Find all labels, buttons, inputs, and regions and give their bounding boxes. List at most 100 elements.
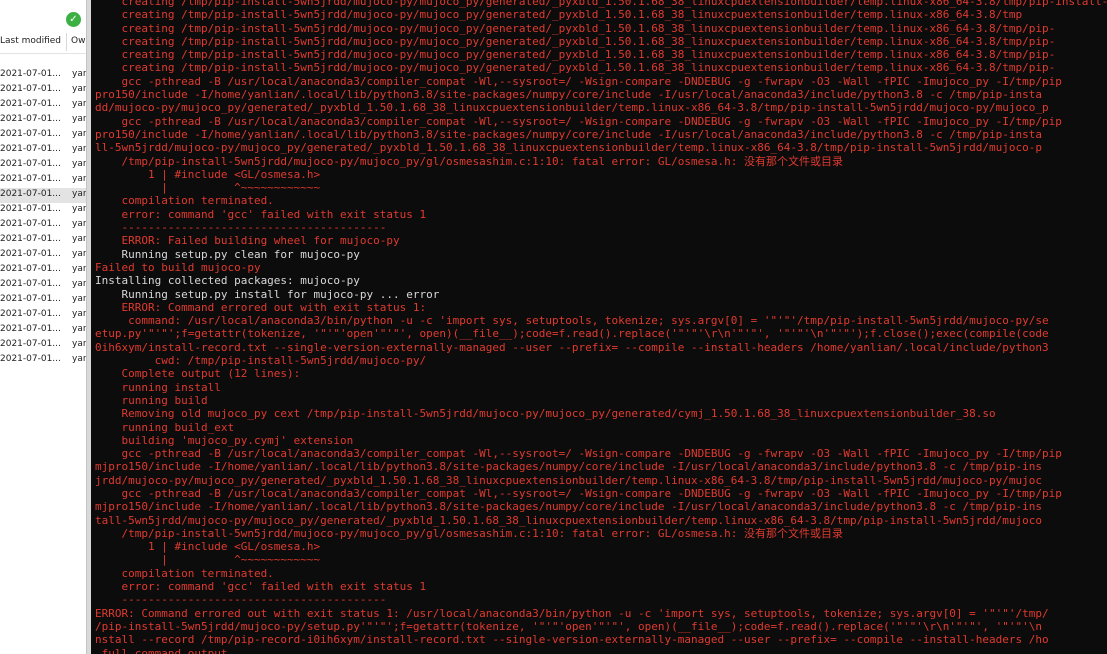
file-owner: yar: [72, 234, 86, 244]
file-row[interactable]: 2021-07-01... yar: [0, 188, 86, 203]
file-row[interactable]: 2021-07-01... yar: [0, 293, 86, 308]
file-modified-date: 2021-07-01...: [0, 324, 61, 334]
terminal-line: cwd: /tmp/pip-install-5wn5jrdd/mujoco-py…: [95, 354, 427, 368]
terminal-output: creating /tmp/pip-install-5wn5jrdd/mujoc…: [95, 0, 1107, 654]
file-owner: yar: [72, 324, 86, 334]
terminal-line: command: /usr/local/anaconda3/bin/python…: [95, 314, 1049, 328]
file-row[interactable]: 2021-07-01... yar: [0, 203, 86, 218]
file-owner: yar: [72, 144, 86, 154]
file-row[interactable]: 2021-07-01... yar: [0, 308, 86, 323]
terminal-line: creating /tmp/pip-install-5wn5jrdd/mujoc…: [95, 34, 1056, 48]
file-toolbar: ✓: [0, 0, 86, 30]
screen: ✓ Last modified Ow 2021-07-01... yar 2021-…: [0, 0, 1107, 654]
terminal-line: | ^~~~~~~~~~~~~: [95, 181, 321, 195]
file-owner: yar: [72, 309, 86, 319]
terminal-line: dd/mujoco-py/mujoco_py/generated/_pyxbld…: [95, 101, 1049, 115]
terminal-line: jrdd/mujoco-py/mujoco_py/generated/_pyxb…: [95, 473, 1043, 487]
file-modified-date: 2021-07-01...: [0, 69, 61, 79]
file-owner: yar: [72, 279, 86, 289]
terminal-line: gcc -pthread -B /usr/local/anaconda3/com…: [95, 486, 1062, 500]
terminal-line: Failed to build mujoco-py: [95, 260, 261, 274]
terminal-line: mjpro150/include -I/home/yanlian/.local/…: [95, 500, 1043, 514]
file-modified-date: 2021-07-01...: [0, 159, 61, 169]
file-browser-panel: ✓ Last modified Ow 2021-07-01... yar 2021-…: [0, 0, 86, 654]
file-modified-date: 2021-07-01...: [0, 249, 61, 259]
file-modified-date: 2021-07-01...: [0, 219, 61, 229]
file-modified-date: 2021-07-01...: [0, 204, 61, 214]
terminal-window[interactable]: creating /tmp/pip-install-5wn5jrdd/mujoc…: [91, 0, 1107, 654]
file-row[interactable]: 2021-07-01... yar: [0, 248, 86, 263]
terminal-line: creating /tmp/pip-install-5wn5jrdd/mujoc…: [95, 8, 1023, 22]
file-owner: yar: [72, 354, 86, 364]
file-modified-date: 2021-07-01...: [0, 294, 61, 304]
file-row[interactable]: 2021-07-01... yar: [0, 233, 86, 248]
terminal-line: ERROR: Command errored out with exit sta…: [95, 300, 427, 314]
terminal-line: Running setup.py install for mujoco-py .…: [95, 287, 440, 301]
terminal-line: Removing old mujoco_py cext /tmp/pip-ins…: [95, 407, 996, 421]
file-row[interactable]: 2021-07-01... yar: [0, 128, 86, 143]
terminal-line: Running setup.py clean for mujoco-py: [95, 247, 360, 261]
terminal-line: Installing collected packages: mujoco-py: [95, 274, 360, 288]
file-list-header: Last modified Ow: [0, 31, 86, 54]
terminal-line: 0ih6xym/install-record.txt --single-vers…: [95, 340, 1049, 354]
terminal-line: /tmp/pip-install-5wn5jrdd/mujoco-py/mujo…: [95, 154, 844, 168]
terminal-line: gcc -pthread -B /usr/local/anaconda3/com…: [95, 114, 1062, 128]
terminal-line: | ^~~~~~~~~~~~~: [95, 553, 321, 567]
file-owner: yar: [72, 249, 86, 259]
file-row[interactable]: 2021-07-01... yar: [0, 353, 86, 368]
terminal-line: error: command 'gcc' failed with exit st…: [95, 207, 427, 221]
column-separator[interactable]: [66, 33, 67, 51]
file-modified-date: 2021-07-01...: [0, 279, 61, 289]
terminal-line: pro150/include -I/home/yanlian/.local/li…: [95, 127, 1043, 141]
terminal-line: nstall --record /tmp/pip-record-i0ih6xym…: [95, 633, 1049, 647]
terminal-line: ----------------------------------------: [95, 221, 387, 235]
file-row[interactable]: 2021-07-01... yar: [0, 323, 86, 338]
file-row[interactable]: 2021-07-01... yar: [0, 83, 86, 98]
column-header-last-modified[interactable]: Last modified: [0, 36, 64, 46]
terminal-line: ll-5wn5jrdd/mujoco-py/mujoco_py/generate…: [95, 141, 1043, 155]
terminal-line: building 'mujoco_py.cymj' extension: [95, 433, 354, 447]
file-row[interactable]: 2021-07-01... yar: [0, 158, 86, 173]
terminal-line: /tmp/pip-install-5wn5jrdd/mujoco-py/mujo…: [95, 526, 844, 540]
file-owner: yar: [72, 204, 86, 214]
file-owner: yar: [72, 174, 86, 184]
file-row[interactable]: 2021-07-01... yar: [0, 98, 86, 113]
file-modified-date: 2021-07-01...: [0, 114, 61, 124]
check-circle-icon[interactable]: ✓: [66, 12, 81, 27]
file-modified-date: 2021-07-01...: [0, 84, 61, 94]
file-row[interactable]: 2021-07-01... yar: [0, 263, 86, 278]
terminal-line: running install: [95, 380, 221, 394]
file-row[interactable]: 2021-07-01... yar: [0, 218, 86, 233]
file-owner: yar: [72, 114, 86, 124]
file-row[interactable]: 2021-07-01... yar: [0, 113, 86, 128]
terminal-line: tall-5wn5jrdd/mujoco-py/mujoco_py/genera…: [95, 513, 1043, 527]
column-header-owner[interactable]: Ow: [71, 36, 86, 46]
file-modified-date: 2021-07-01...: [0, 339, 61, 349]
file-row[interactable]: 2021-07-01... yar: [0, 278, 86, 293]
file-owner: yar: [72, 99, 86, 109]
terminal-line: gcc -pthread -B /usr/local/anaconda3/com…: [95, 447, 1062, 461]
file-owner: yar: [72, 264, 86, 274]
file-modified-date: 2021-07-01...: [0, 174, 61, 184]
file-row[interactable]: 2021-07-01... yar: [0, 338, 86, 353]
terminal-line: compilation terminated.: [95, 194, 274, 208]
file-owner: yar: [72, 189, 86, 199]
file-row[interactable]: 2021-07-01... yar: [0, 173, 86, 188]
file-owner: yar: [72, 159, 86, 169]
terminal-line: creating /tmp/pip-install-5wn5jrdd/mujoc…: [95, 48, 1056, 62]
terminal-line: /pip-install-5wn5jrdd/mujoco-py/setup.py…: [95, 619, 1043, 633]
terminal-line: 1 | #include <GL/osmesa.h>: [95, 540, 321, 554]
file-modified-date: 2021-07-01...: [0, 234, 61, 244]
file-row[interactable]: 2021-07-01... yar: [0, 143, 86, 158]
terminal-line: mjpro150/include -I/home/yanlian/.local/…: [95, 460, 1043, 474]
terminal-line: compilation terminated.: [95, 566, 274, 580]
file-owner: yar: [72, 219, 86, 229]
terminal-line: running build: [95, 393, 208, 407]
terminal-line: gcc -pthread -B /usr/local/anaconda3/com…: [95, 74, 1062, 88]
file-modified-date: 2021-07-01...: [0, 189, 61, 199]
file-modified-date: 2021-07-01...: [0, 144, 61, 154]
terminal-line: full command output.: [95, 646, 235, 654]
terminal-line: ERROR: Command errored out with exit sta…: [95, 606, 1049, 620]
file-row[interactable]: 2021-07-01... yar: [0, 68, 86, 83]
terminal-line: creating /tmp/pip-install-5wn5jrdd/mujoc…: [95, 61, 1056, 75]
